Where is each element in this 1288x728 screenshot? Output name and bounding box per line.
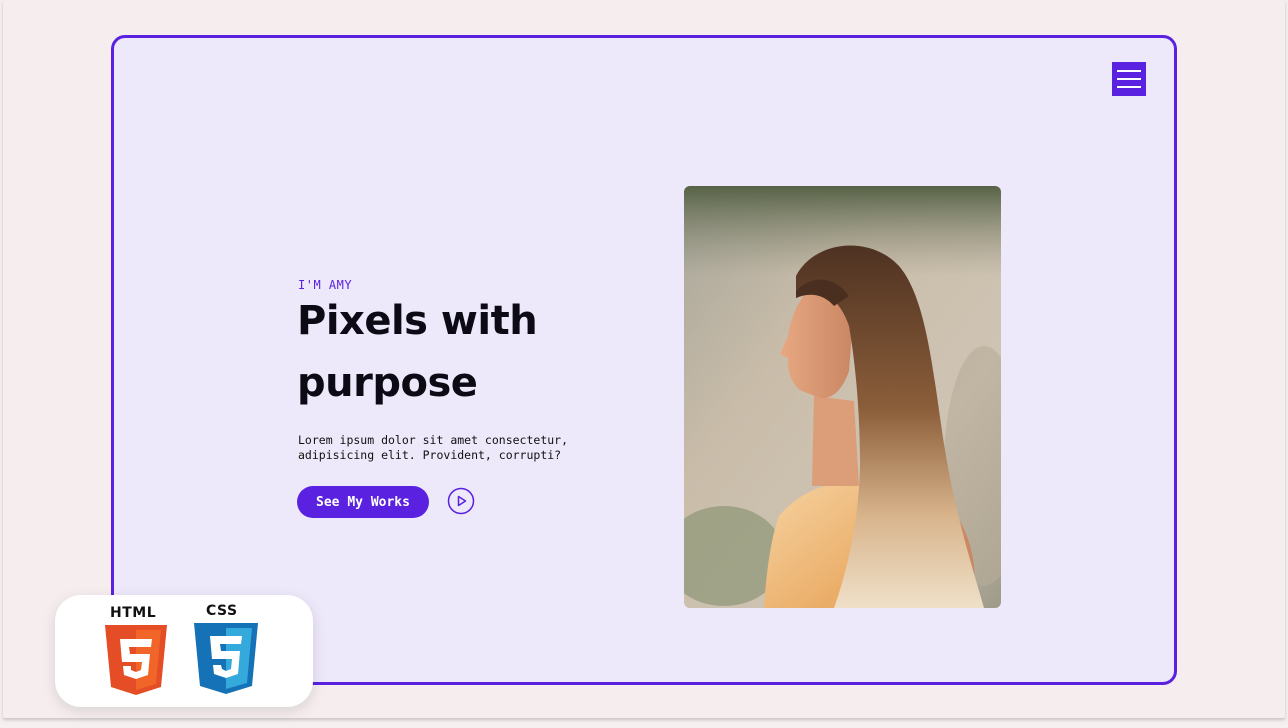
description-line-2: adipisicing elit. Provident, corrupti? xyxy=(298,448,562,462)
hamburger-menu-icon-line xyxy=(1117,86,1141,88)
html-label: HTML xyxy=(110,605,157,621)
hero-frame xyxy=(111,35,1177,685)
html5-icon xyxy=(105,625,167,695)
see-my-works-button[interactable]: See My Works xyxy=(297,486,429,518)
tech-badges-card: HTML 5 CSS 3 xyxy=(55,595,313,707)
play-circle-icon xyxy=(447,487,475,515)
hamburger-menu-icon-line xyxy=(1117,78,1141,80)
description-line-1: Lorem ipsum dolor sit amet consectetur, xyxy=(298,433,569,447)
hamburger-menu-icon xyxy=(1117,70,1141,72)
hero-description: Lorem ipsum dolor sit amet consectetur, … xyxy=(298,433,588,463)
play-video-button[interactable] xyxy=(447,487,475,515)
css3-icon xyxy=(194,623,258,694)
headline-line-1: Pixels with xyxy=(297,298,538,344)
headline-line-2: purpose xyxy=(297,360,478,406)
page-title: Pixels with purpose xyxy=(297,290,637,414)
css-label: CSS xyxy=(206,603,238,619)
menu-button[interactable] xyxy=(1112,62,1146,96)
portrait-photo xyxy=(684,186,1001,608)
